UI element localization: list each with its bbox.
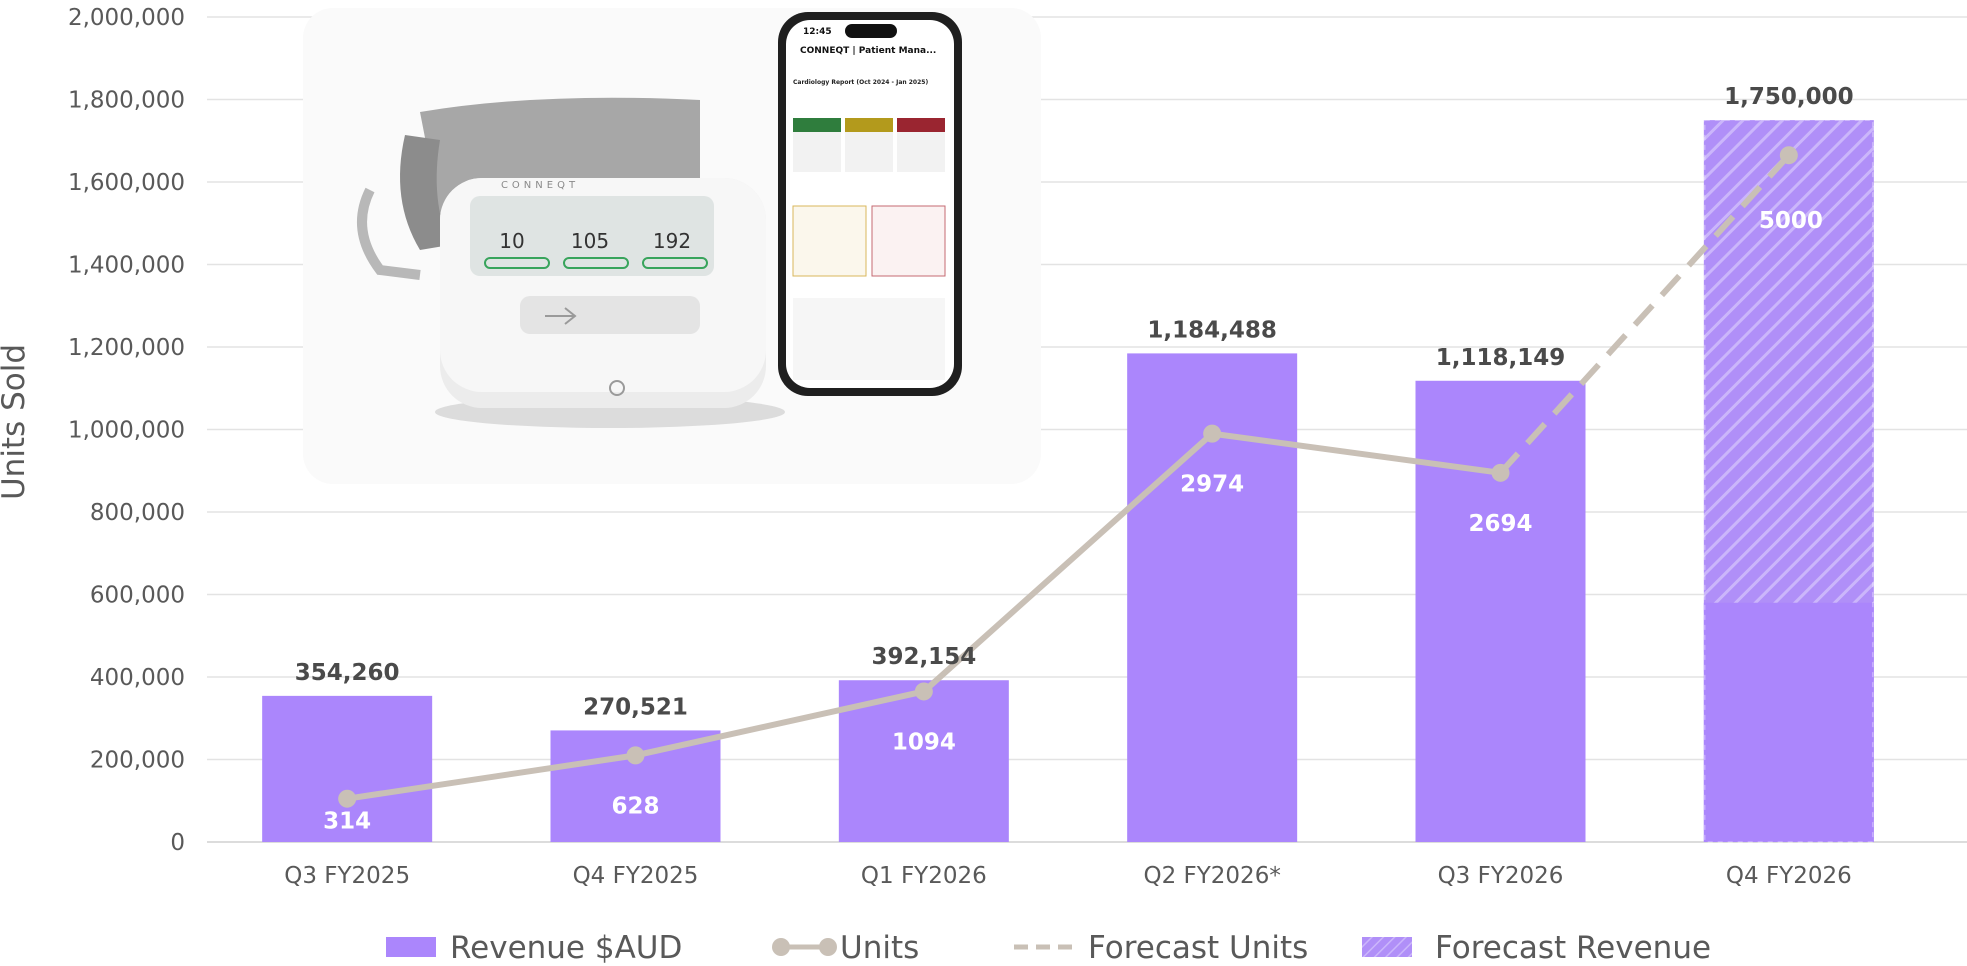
device-reading: 10 [499, 229, 524, 253]
y-axis-title: Units Sold [0, 344, 32, 500]
revenue-data-label: 354,260 [295, 660, 400, 686]
phone-report-title: Cardiology Report (Oct 2024 - Jan 2025) [793, 79, 928, 86]
phone-time: 12:45 [803, 27, 832, 37]
combo-chart: 0 200,000 400,000 600,000 800,000 1,000,000 1,… [0, 5, 1967, 966]
forecast-units-point [1779, 146, 1798, 165]
legend-label-forecast-revenue: Forecast Revenue [1435, 930, 1711, 966]
device-brand: CONNEQT [501, 180, 579, 191]
units-data-label: 2974 [1180, 472, 1244, 498]
x-tick-label: Q2 FY2026* [1143, 863, 1280, 889]
y-tick-label: 1,000,000 [68, 418, 185, 444]
legend-label-units: Units [840, 930, 919, 966]
x-tick-label: Q4 FY2026 [1726, 863, 1852, 889]
chart-stage: 0 200,000 400,000 600,000 800,000 1,000,000 1,… [0, 0, 1967, 966]
y-tick-label: 0 [170, 830, 185, 856]
phone-app-title: CONNEQT | Patient Mana... [800, 46, 936, 56]
legend-swatch-forecast-revenue [1362, 937, 1412, 957]
legend: Revenue $AUD Units Forecast Units Foreca… [386, 930, 1711, 966]
units-point [626, 746, 645, 765]
y-tick-label: 400,000 [90, 665, 185, 691]
forecast-units-data-label: 5000 [1759, 208, 1823, 234]
units-point [1203, 424, 1222, 443]
revenue-data-label: 392,154 [871, 644, 976, 670]
y-tick-label: 600,000 [90, 583, 185, 609]
units-point [1491, 463, 1510, 482]
units-data-label: 1094 [892, 729, 956, 755]
device-reading: 192 [653, 229, 691, 253]
y-tick-label: 2,000,000 [68, 5, 185, 31]
revenue-bar [1703, 602, 1874, 842]
legend-label-revenue: Revenue $AUD [450, 930, 682, 966]
units-point [914, 682, 933, 701]
device-reading: 105 [571, 229, 609, 253]
x-tick-label: Q3 FY2026 [1438, 863, 1564, 889]
legend-swatch-revenue [386, 937, 436, 957]
revenue-data-label: 1,118,149 [1436, 345, 1566, 371]
units-data-label: 314 [323, 809, 371, 835]
x-tick-label: Q4 FY2025 [573, 863, 699, 889]
y-tick-label: 1,800,000 [68, 88, 185, 114]
revenue-bar [1415, 380, 1586, 842]
revenue-data-label: 1,184,488 [1147, 317, 1277, 343]
y-tick-label: 1,600,000 [68, 170, 185, 196]
x-axis-ticks: Q3 FY2025 Q4 FY2025 Q1 FY2026 Q2 FY2026* Q3 … [284, 863, 1852, 889]
units-data-label: 2694 [1468, 511, 1532, 537]
y-tick-label: 1,400,000 [68, 253, 185, 279]
product-photo: CONNEQT 10 105 192 12:45 CONNEQT | Patient… [303, 8, 1041, 484]
units-data-label: 628 [611, 793, 659, 819]
y-tick-label: 1,200,000 [68, 335, 185, 361]
y-tick-label: 800,000 [90, 500, 185, 526]
units-point [338, 789, 357, 808]
x-tick-label: Q3 FY2025 [284, 863, 410, 889]
revenue-data-label: 270,521 [583, 694, 688, 720]
legend-label-forecast-units: Forecast Units [1088, 930, 1308, 966]
y-tick-label: 200,000 [90, 748, 185, 774]
x-tick-label: Q1 FY2026 [861, 863, 987, 889]
y-axis-ticks: 0 200,000 400,000 600,000 800,000 1,000,000 1,… [68, 5, 185, 856]
forecast-revenue-data-label: 1,750,000 [1724, 84, 1854, 110]
